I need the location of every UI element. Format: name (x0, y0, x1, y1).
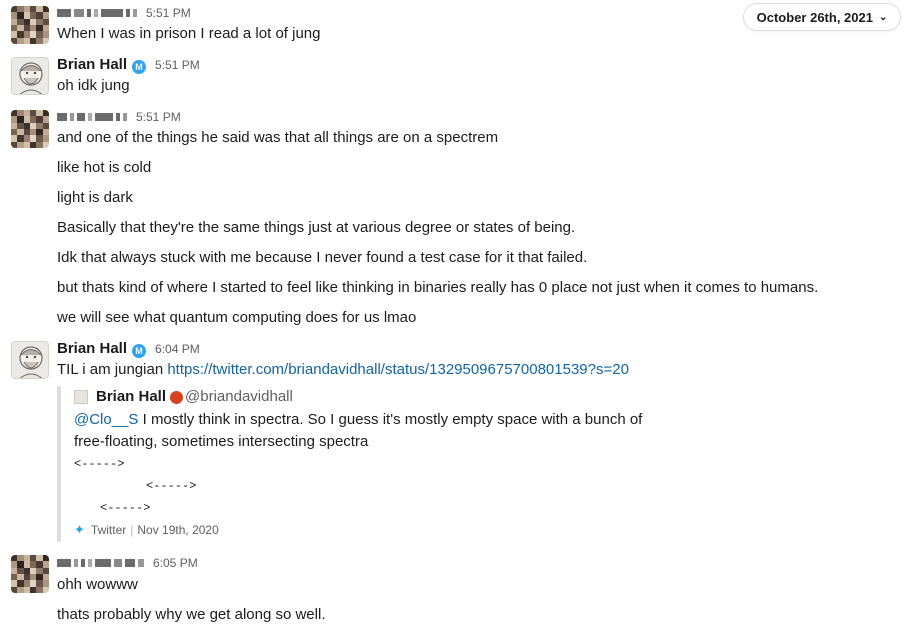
message-text: like hot is cold (57, 159, 152, 176)
attachment-bar (57, 386, 61, 542)
tweet-author-name[interactable]: Brian Hall (96, 388, 166, 405)
workspace-badge-icon: M (132, 344, 147, 358)
author-name-redacted[interactable] (57, 7, 137, 19)
message-text: Idk that always stuck with me because I … (57, 249, 588, 266)
tweet-text-line: @Clo__S I mostly think in spectra. So I … (74, 410, 642, 430)
date-label: October 26th, 2021 (756, 9, 873, 25)
message-text: light is dark (57, 189, 133, 206)
avatar[interactable] (11, 341, 49, 379)
avatar[interactable] (11, 6, 49, 44)
tweet-footer: ✦ Twitter | Nov 19th, 2020 (74, 522, 219, 538)
tweet-author-avatar[interactable] (74, 389, 88, 404)
tweet-link[interactable]: https://twitter.com/briandavidhall/statu… (167, 361, 629, 378)
message-text: we will see what quantum computing does … (57, 309, 417, 326)
tweet-date[interactable]: Nov 19th, 2020 (137, 523, 218, 537)
message-text: thats probably why we get along so well. (57, 606, 326, 623)
message-text: and one of the things he said was that a… (57, 129, 499, 146)
date-divider-button[interactable]: October 26th, 2021 ⌄ (743, 3, 901, 31)
author-name-redacted[interactable] (57, 557, 144, 569)
twitter-bird-icon: ✦ (74, 522, 85, 537)
timestamp[interactable]: 5:51 PM (136, 110, 181, 124)
timestamp[interactable]: 6:04 PM (155, 342, 200, 356)
message-text: Basically that they're the same things j… (57, 219, 576, 236)
author-name[interactable]: Brian Hall (57, 340, 127, 357)
message-text: ohh wowww (57, 576, 138, 593)
message-text: When I was in prison I read a lot of jun… (57, 25, 321, 42)
tweet-mention-link[interactable]: @Clo__S (74, 411, 138, 428)
avatar[interactable] (11, 110, 49, 148)
author-name[interactable]: Brian Hall (57, 56, 127, 73)
message-text: TIL i am jungian https://twitter.com/bri… (57, 360, 629, 380)
avatar[interactable] (11, 555, 49, 593)
tweet-arrow-text: <-----> (100, 501, 151, 515)
workspace-badge-icon: M (132, 60, 147, 74)
author-name-redacted[interactable] (57, 111, 127, 123)
chevron-down-icon: ⌄ (878, 11, 888, 23)
timestamp[interactable]: 6:05 PM (153, 556, 198, 570)
message-prefix: TIL i am jungian (57, 361, 168, 378)
message-text: but thats kind of where I started to fee… (57, 279, 819, 296)
avatar[interactable] (11, 57, 49, 95)
tweet-arrow-text: <-----> (146, 479, 197, 493)
tweet-attachment: Brian Hall @briandavidhall @Clo__S I mos… (57, 386, 657, 542)
tomato-emoji-icon (170, 391, 184, 404)
tweet-author-handle[interactable]: @briandavidhall (185, 388, 293, 405)
timestamp[interactable]: 5:51 PM (146, 6, 191, 20)
timestamp[interactable]: 5:51 PM (155, 58, 200, 72)
tweet-arrow-text: <-----> (74, 457, 125, 471)
footer-separator: | (130, 523, 134, 537)
tweet-text: I mostly think in spectra. So I guess it… (138, 411, 643, 428)
tweet-text: free-floating, sometimes intersecting sp… (74, 433, 369, 450)
message-text: oh idk jung (57, 77, 130, 94)
tweet-source[interactable]: Twitter (91, 523, 126, 537)
